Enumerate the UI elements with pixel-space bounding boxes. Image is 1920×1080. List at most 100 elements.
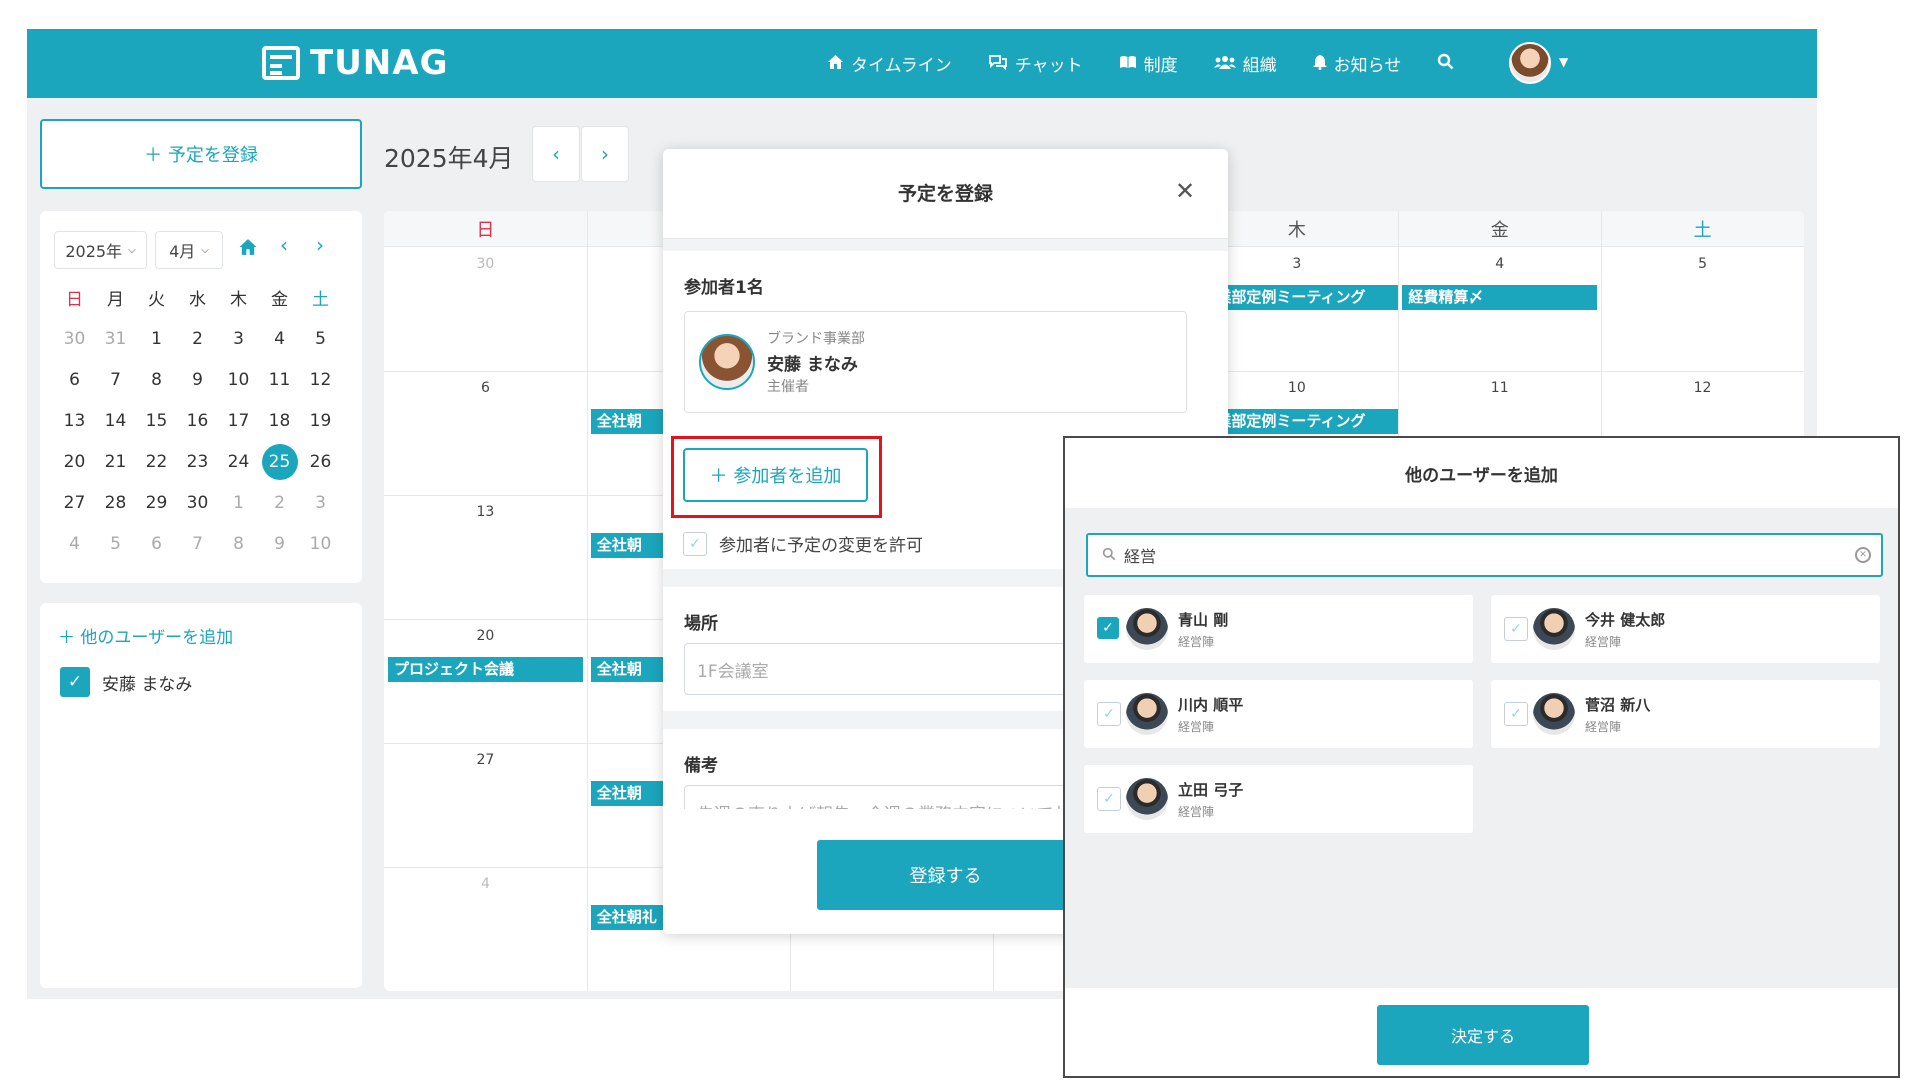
mini-day[interactable]: 9: [177, 359, 218, 400]
mini-day[interactable]: 1: [218, 482, 259, 523]
mini-day[interactable]: 7: [95, 359, 136, 400]
mini-day[interactable]: 2: [259, 482, 300, 523]
mini-day[interactable]: 6: [136, 523, 177, 564]
calendar-day-number[interactable]: 20: [384, 628, 587, 644]
calendar-day-number[interactable]: 13: [384, 504, 587, 520]
mini-day[interactable]: 15: [136, 400, 177, 441]
user-search-input[interactable]: 経営 ✕: [1086, 533, 1883, 577]
calendar-day-number[interactable]: 12: [1601, 380, 1804, 396]
check-icon[interactable]: ✓: [1097, 617, 1119, 639]
mini-day[interactable]: 28: [95, 482, 136, 523]
month-select[interactable]: 4月 ⌵: [155, 231, 223, 269]
mini-day[interactable]: 6: [54, 359, 95, 400]
mini-day[interactable]: 10: [218, 359, 259, 400]
allow-edit-row[interactable]: ✓ 参加者に予定の変更を許可: [683, 531, 923, 556]
main-nav: タイムライン チャット 制度 組織 お知らせ: [827, 29, 1454, 98]
mini-day[interactable]: 21: [95, 441, 136, 482]
checkbox-icon[interactable]: ✓: [1097, 787, 1121, 811]
search-button[interactable]: [1437, 53, 1454, 74]
logo-mark-icon: [262, 46, 300, 80]
mini-day[interactable]: 5: [95, 523, 136, 564]
calendar-event[interactable]: プロジェクト会議: [388, 657, 583, 682]
calendar-day-number[interactable]: 30: [384, 256, 587, 272]
mini-day[interactable]: 22: [136, 441, 177, 482]
mini-day[interactable]: 25: [259, 441, 300, 482]
prev-month-icon[interactable]: ‹: [280, 233, 288, 257]
home-icon: [827, 54, 844, 74]
mini-day[interactable]: 4: [259, 318, 300, 359]
mini-day[interactable]: 30: [54, 318, 95, 359]
mini-day[interactable]: 30: [177, 482, 218, 523]
add-event-button[interactable]: ＋ 予定を登録: [40, 119, 362, 189]
mini-day[interactable]: 8: [218, 523, 259, 564]
check-icon[interactable]: ✓: [60, 667, 90, 697]
dialog-title: 他のユーザーを追加: [1405, 466, 1558, 486]
user-card[interactable]: ✓ 川内 順平 経営陣: [1084, 680, 1473, 748]
mini-day[interactable]: 3: [300, 482, 341, 523]
mini-day[interactable]: 14: [95, 400, 136, 441]
calendar-day-number[interactable]: 5: [1601, 256, 1804, 272]
mini-day[interactable]: 8: [136, 359, 177, 400]
prev-month-button[interactable]: ‹: [532, 126, 580, 182]
user-avatar[interactable]: [1509, 42, 1551, 84]
nav-timeline[interactable]: タイムライン: [827, 51, 952, 76]
mini-day[interactable]: 7: [177, 523, 218, 564]
calendar-day-number[interactable]: 4: [1398, 256, 1601, 272]
clear-icon[interactable]: ✕: [1855, 547, 1871, 563]
nav-chat[interactable]: チャット: [988, 51, 1083, 76]
mini-day[interactable]: 19: [300, 400, 341, 441]
mini-day[interactable]: 4: [54, 523, 95, 564]
participant-name: 安藤 まなみ: [767, 355, 858, 375]
mini-day[interactable]: 27: [54, 482, 95, 523]
checkbox-icon[interactable]: ✓: [1504, 702, 1528, 726]
close-icon[interactable]: ✕: [1175, 177, 1195, 205]
checkbox-icon[interactable]: ✓: [1097, 702, 1121, 726]
calendar-day-number[interactable]: 4: [384, 876, 587, 892]
chevron-down-icon[interactable]: ▼: [1559, 55, 1568, 69]
nav-notifications[interactable]: お知らせ: [1312, 51, 1401, 76]
year-select[interactable]: 2025年 ⌵: [54, 231, 147, 269]
user-name: 今井 健太郎: [1585, 611, 1666, 629]
mini-day[interactable]: 20: [54, 441, 95, 482]
mini-day[interactable]: 1: [136, 318, 177, 359]
nav-organization[interactable]: 組織: [1213, 51, 1277, 76]
checkbox-icon[interactable]: ✓: [1504, 617, 1528, 641]
add-other-user-link[interactable]: ＋ 他のユーザーを追加: [58, 623, 233, 648]
tunag-logo[interactable]: TUNAG: [262, 43, 448, 83]
next-month-icon[interactable]: ›: [316, 233, 324, 257]
home-icon[interactable]: [238, 237, 258, 261]
checkbox-icon[interactable]: ✓: [683, 531, 707, 556]
mini-day[interactable]: 2: [177, 318, 218, 359]
mini-day[interactable]: 24: [218, 441, 259, 482]
user-card[interactable]: ✓ 立田 弓子 経営陣: [1084, 765, 1473, 833]
user-filter-row[interactable]: ✓ 安藤 まなみ: [60, 667, 192, 697]
user-card[interactable]: ✓ 菅沼 新八 経営陣: [1491, 680, 1880, 748]
mini-day[interactable]: 31: [95, 318, 136, 359]
register-button[interactable]: 登録する: [817, 840, 1074, 910]
calendar-event[interactable]: 経費精算〆: [1402, 285, 1598, 310]
next-month-button[interactable]: ›: [581, 126, 629, 182]
mini-day[interactable]: 3: [218, 318, 259, 359]
decide-button[interactable]: 決定する: [1377, 1005, 1589, 1065]
user-card[interactable]: ✓ 青山 剛 経営陣: [1084, 595, 1473, 663]
calendar-day-number[interactable]: 11: [1398, 380, 1601, 396]
mini-day[interactable]: 12: [300, 359, 341, 400]
mini-day[interactable]: 29: [136, 482, 177, 523]
user-card[interactable]: ✓ 今井 健太郎 経営陣: [1491, 595, 1880, 663]
nav-label: チャット: [1014, 56, 1083, 76]
mini-day[interactable]: 9: [259, 523, 300, 564]
mini-day[interactable]: 10: [300, 523, 341, 564]
mini-day[interactable]: 11: [259, 359, 300, 400]
mini-day[interactable]: 23: [177, 441, 218, 482]
mini-day[interactable]: 13: [54, 400, 95, 441]
mini-day[interactable]: 5: [300, 318, 341, 359]
nav-system[interactable]: 制度: [1119, 51, 1178, 76]
mini-day[interactable]: 26: [300, 441, 341, 482]
mini-day[interactable]: 17: [218, 400, 259, 441]
calendar-day-number[interactable]: 27: [384, 752, 587, 768]
mini-weekday-label: 土: [312, 290, 329, 310]
avatar: [1126, 608, 1168, 650]
mini-day[interactable]: 16: [177, 400, 218, 441]
calendar-day-number[interactable]: 6: [384, 380, 587, 396]
mini-day[interactable]: 18: [259, 400, 300, 441]
